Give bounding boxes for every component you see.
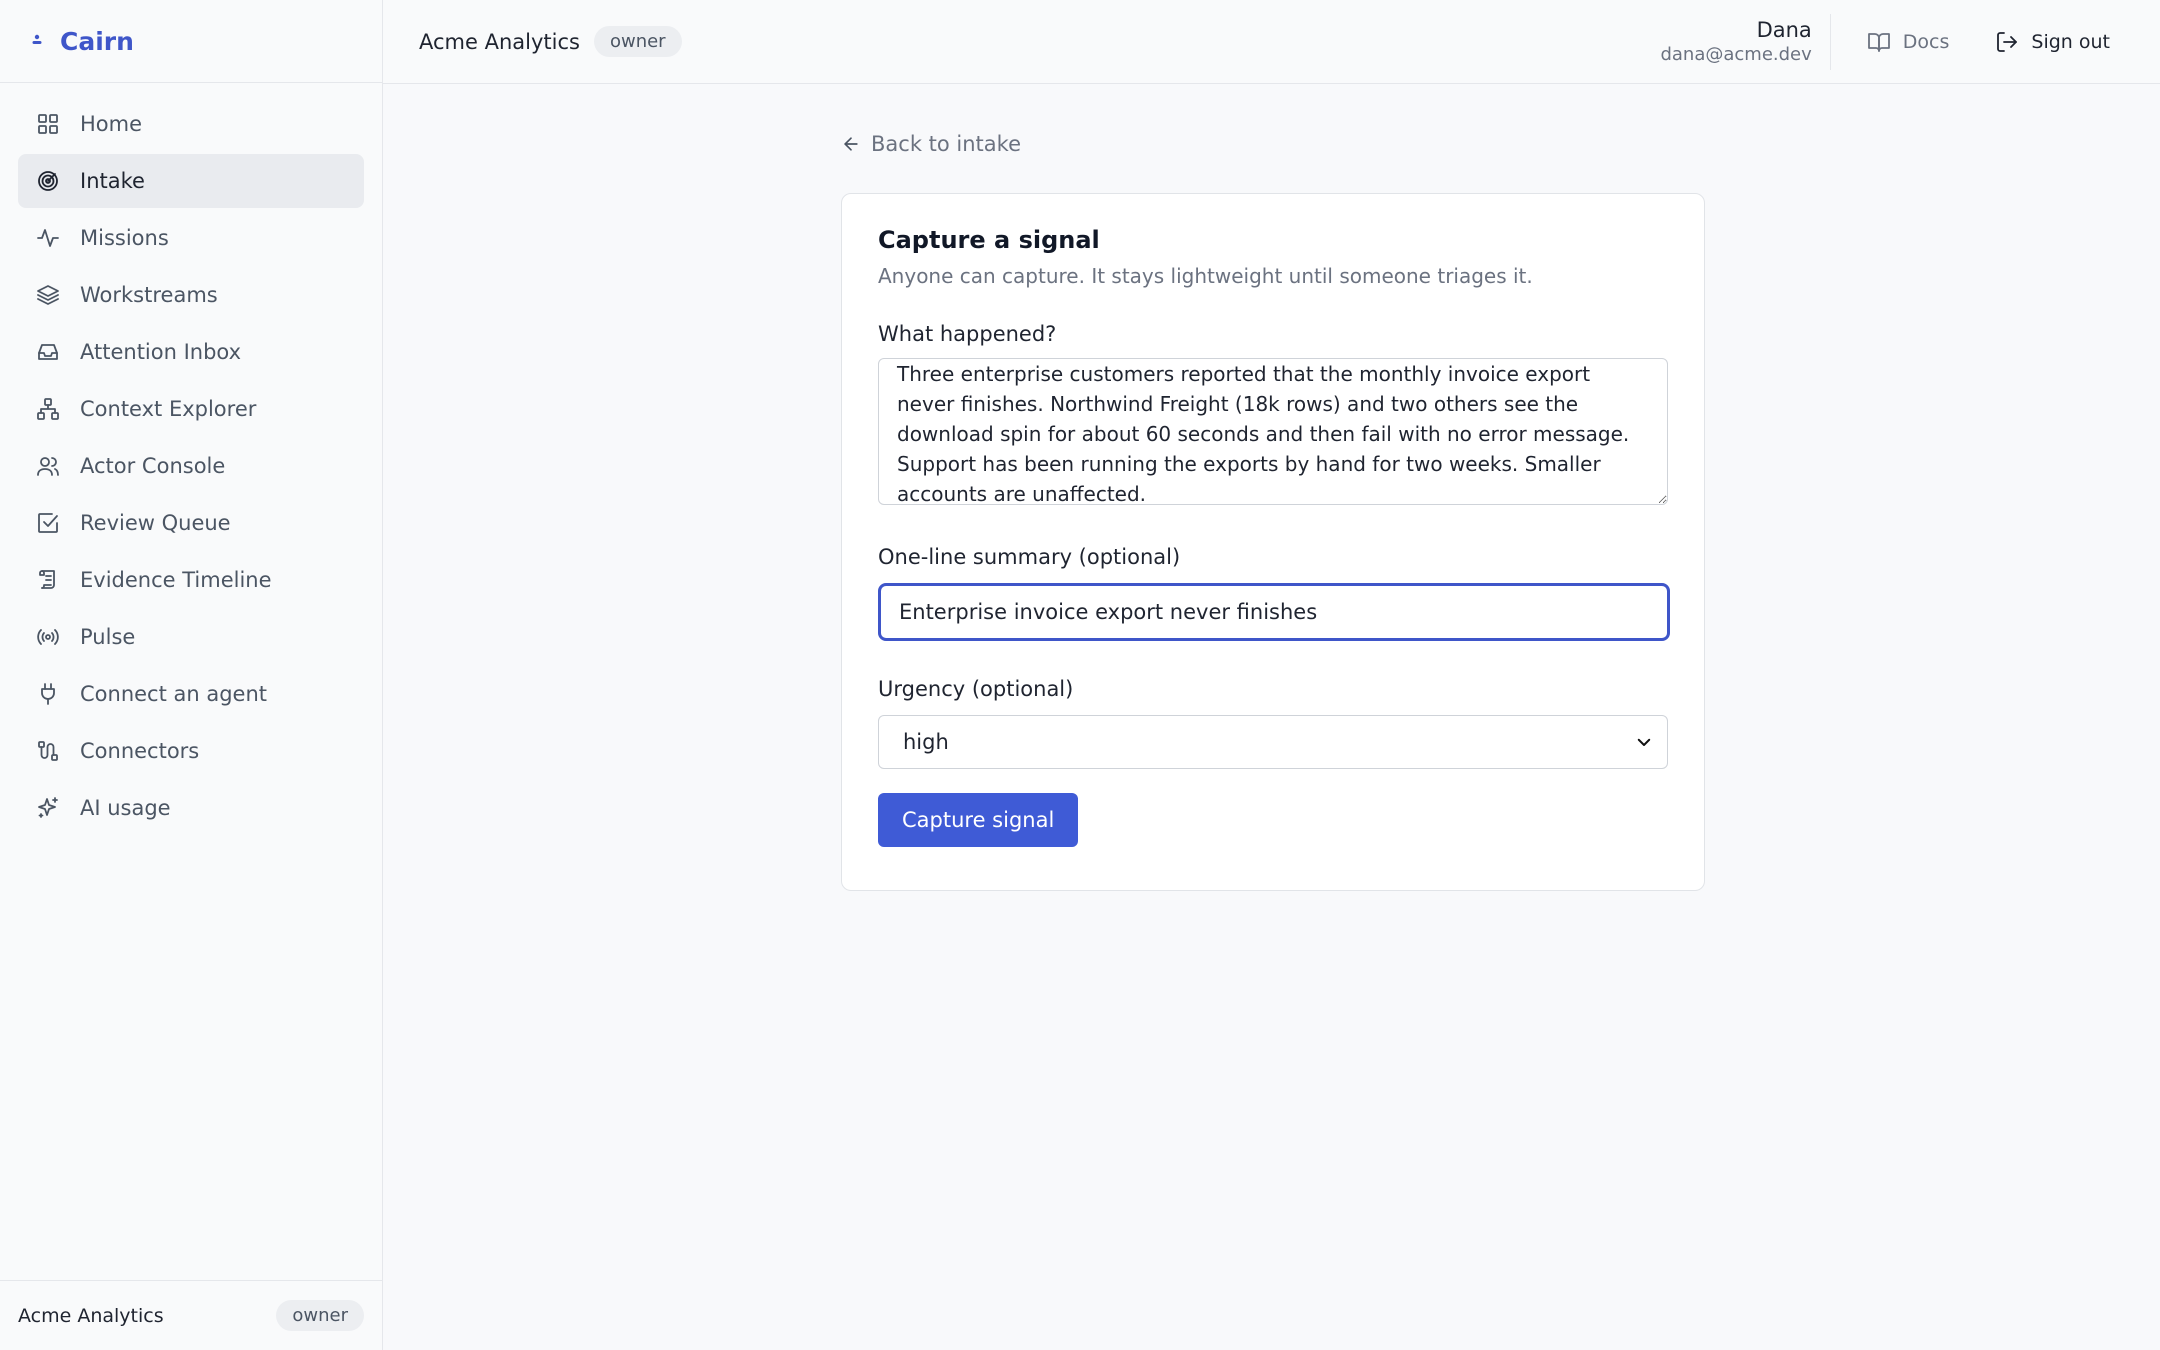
sidebar-item-review-queue[interactable]: Review Queue [18,496,364,550]
what-happened-textarea[interactable]: Three enterprise customers reported that… [878,358,1668,505]
summary-input[interactable] [878,583,1670,641]
sidebar-item-workstreams[interactable]: Workstreams [18,268,364,322]
user-info: Dana dana@acme.dev [1660,13,1831,70]
chevron-down-icon [1637,738,1651,746]
sidebar-item-pulse[interactable]: Pulse [18,610,364,664]
footer-role-badge: owner [276,1300,364,1331]
sidebar-item-missions[interactable]: Missions [18,211,364,265]
docs-label: Docs [1902,30,1950,53]
sparkles-icon [38,797,58,818]
urgency-value: high [903,730,949,754]
topbar: Acme Analytics owner Dana dana@acme.dev … [383,0,2160,84]
docs-link[interactable]: Docs [1867,30,1950,54]
activity-icon [37,229,59,247]
users-icon [37,457,59,476]
sidebar-item-label: Attention Inbox [80,340,242,364]
sidebar-item-label: Review Queue [80,511,231,535]
arrow-left-icon [844,137,858,151]
page-title: Capture a signal [878,226,1100,254]
sidebar-item-context-explorer[interactable]: Context Explorer [18,382,364,436]
target-icon [38,171,58,191]
capture-signal-button[interactable]: Capture signal [878,793,1079,847]
user-name: Dana [1756,18,1812,42]
sidebar-item-label: Home [80,112,143,136]
back-link[interactable]: Back to intake [841,132,1021,156]
cable-icon [38,741,58,761]
page-subtitle: Anyone can capture. It stays lightweight… [878,264,1533,288]
sidebar-item-connect-agent[interactable]: Connect an agent [18,667,364,721]
log-out-icon [1997,31,2018,52]
role-badge: owner [593,26,682,57]
scroll-icon [39,570,55,589]
main: Acme Analytics owner Dana dana@acme.dev … [383,0,2160,1350]
sidebar-item-home[interactable]: Home [18,97,364,151]
capture-card: Capture a signal Anyone can capture. It … [841,193,1705,891]
sign-out-button[interactable]: Sign out [1995,30,2110,54]
sidebar-item-intake[interactable]: Intake [18,154,364,208]
sidebar-footer: Acme Analytics owner [0,1280,382,1350]
sidebar-item-label: Intake [80,169,145,193]
urgency-label: Urgency (optional) [878,677,1074,701]
cairn-logo-icon [32,34,42,44]
sidebar-item-label: Pulse [80,625,136,649]
sidebar-item-label: Missions [80,226,169,250]
inbox-icon [38,344,58,360]
radio-icon [37,629,59,645]
sidebar: Cairn Home Intake Missions Workstreams A… [0,0,383,1350]
urgency-select[interactable]: high [878,715,1668,769]
sidebar-item-actor-console[interactable]: Actor Console [18,439,364,493]
sidebar-item-attention-inbox[interactable]: Attention Inbox [18,325,364,379]
sidebar-item-ai-usage[interactable]: AI usage [18,781,364,835]
sidebar-item-label: Connectors [80,739,200,763]
footer-org: Acme Analytics [18,1304,164,1327]
check-square-icon [38,513,58,533]
topbar-right: Dana dana@acme.dev Docs Sign out [1660,0,2124,83]
sidebar-item-label: Connect an agent [80,682,268,706]
sidebar-item-label: Evidence Timeline [80,568,272,592]
what-happened-label: What happened? [878,322,1057,346]
brand[interactable]: Cairn [0,0,382,83]
sidebar-nav: Home Intake Missions Workstreams Attenti… [0,83,382,835]
back-label: Back to intake [871,132,1021,156]
user-email: dana@acme.dev [1660,44,1812,65]
org-name: Acme Analytics [419,29,580,54]
network-icon [37,398,59,420]
sidebar-item-label: Workstreams [80,283,218,307]
sidebar-item-label: Context Explorer [80,397,257,421]
plug-icon [41,683,55,705]
app: Cairn Home Intake Missions Workstreams A… [0,0,2160,1350]
grid-icon [38,114,58,134]
brand-name: Cairn [60,26,134,56]
sign-out-label: Sign out [2031,30,2110,53]
content: Back to intake Capture a signal Anyone c… [383,84,2160,1350]
book-icon [1867,32,1890,52]
sidebar-item-evidence-timeline[interactable]: Evidence Timeline [18,553,364,607]
summary-label: One-line summary (optional) [878,545,1181,569]
sidebar-item-label: AI usage [80,796,171,820]
layers-icon [37,285,59,305]
sidebar-item-label: Actor Console [80,454,226,478]
sidebar-item-connectors[interactable]: Connectors [18,724,364,778]
